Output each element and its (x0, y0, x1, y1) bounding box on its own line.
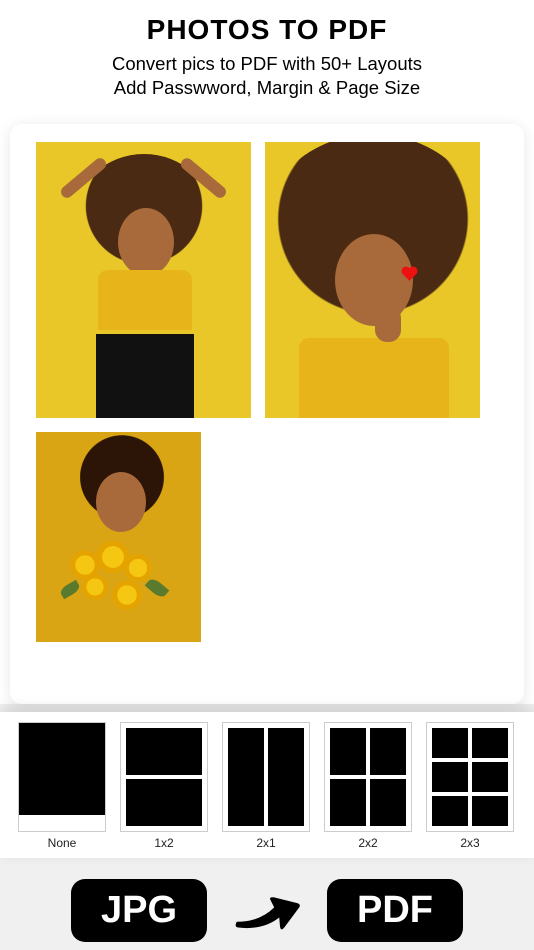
layout-option-2x1[interactable]: 2x1 (222, 722, 310, 850)
layout-selector: None 1x2 2x1 2x2 2x3 (0, 712, 534, 858)
layout-preview-1x2 (120, 722, 208, 832)
photo-3[interactable] (36, 432, 201, 642)
pdf-page-preview[interactable] (10, 124, 524, 704)
layout-option-1x2[interactable]: 1x2 (120, 722, 208, 850)
layout-option-2x2[interactable]: 2x2 (324, 722, 412, 850)
layout-preview-none (18, 722, 106, 832)
page-title: PHOTOS TO PDF (20, 14, 514, 46)
layout-label: None (18, 832, 106, 850)
conversion-footer: JPG PDF (0, 873, 534, 942)
photo-2[interactable] (265, 142, 480, 418)
page-subtitle: Convert pics to PDF with 50+ Layouts Add… (20, 52, 514, 100)
layout-label: 1x2 (120, 832, 208, 850)
from-format-badge: JPG (71, 879, 207, 942)
canvas-container (0, 116, 534, 704)
layout-label: 2x2 (324, 832, 412, 850)
layout-preview-2x3 (426, 722, 514, 832)
photo-1[interactable] (36, 142, 251, 418)
layout-option-2x3[interactable]: 2x3 (426, 722, 514, 850)
arrow-right-icon (231, 885, 303, 937)
to-format-badge: PDF (327, 879, 463, 942)
header: PHOTOS TO PDF Convert pics to PDF with 5… (0, 0, 534, 116)
layout-preview-2x1 (222, 722, 310, 832)
layout-option-none[interactable]: None (18, 722, 106, 850)
layout-preview-2x2 (324, 722, 412, 832)
layout-label: 2x3 (426, 832, 514, 850)
photo-grid (36, 142, 498, 642)
layout-label: 2x1 (222, 832, 310, 850)
